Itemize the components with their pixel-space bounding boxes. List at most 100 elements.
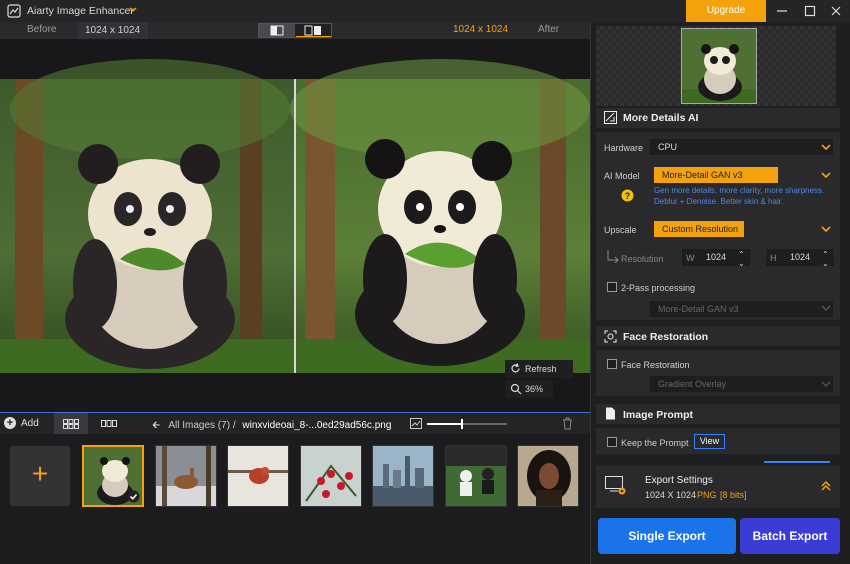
thumbnail-panda[interactable] (82, 445, 144, 507)
upscale-select[interactable]: Custom Resolution (654, 221, 744, 237)
keep-prompt-checkbox[interactable] (607, 437, 617, 447)
grid-icon (63, 419, 79, 429)
close-icon (831, 6, 841, 16)
chevron-down-icon[interactable] (821, 172, 831, 180)
thumbnail-city[interactable] (372, 445, 434, 507)
ai-model-select[interactable]: More-Detail GAN v3 (654, 167, 778, 183)
single-view-button[interactable] (259, 24, 295, 37)
breadcrumb-file: winxvideoai_8-...0ed29ad56c.png (242, 420, 392, 431)
maximize-icon (804, 5, 816, 17)
chevron-up-double-icon[interactable] (820, 480, 832, 492)
thumbnail-image (373, 446, 433, 506)
thumbnail-deer[interactable] (154, 445, 217, 507)
more-details-icon (604, 111, 617, 124)
width-field[interactable]: W 1024 ⌃ ⌄ (682, 249, 750, 268)
preview-thumbnail (681, 28, 757, 104)
back-arrow-icon[interactable]: 🡰 (152, 420, 160, 431)
slider-thumb[interactable] (460, 419, 463, 429)
minimize-button[interactable] (768, 0, 796, 22)
slider-fill (427, 423, 461, 425)
height-field[interactable]: H 1024 ⌃ ⌄ (766, 249, 834, 268)
thumbnail-image (155, 446, 216, 506)
resolution-arrow-icon (607, 250, 619, 263)
thumbnail-woman[interactable] (517, 445, 579, 507)
after-dimensions: 1024 x 1024 (453, 24, 509, 35)
split-view-button[interactable] (296, 24, 331, 37)
upscale-label: Upscale (604, 225, 637, 235)
zoom-icon (510, 383, 522, 395)
breadcrumb: 🡰 All Images (7) / winxvideoai_8-...0ed2… (152, 418, 391, 435)
image-prompt-title: Image Prompt (623, 409, 694, 421)
width-label: W (686, 253, 695, 263)
batch-export-button[interactable]: Batch Export (740, 518, 840, 554)
title-bar: Aiarty Image Enhancer Upgrade available (0, 0, 850, 38)
hardware-select[interactable]: CPU (650, 139, 833, 155)
minimize-icon (777, 10, 787, 12)
zoom-level: 36% (525, 384, 544, 394)
upgrade-button[interactable]: Upgrade available (686, 0, 766, 38)
compare-divider-handle[interactable] (294, 79, 296, 373)
ai-model-label: AI Model (604, 171, 640, 181)
grid-view-button[interactable] (54, 413, 88, 434)
breadcrumb-folder[interactable]: All Images (7) (168, 420, 230, 431)
face-restoration-checkbox[interactable] (607, 359, 617, 369)
keep-prompt-label: Keep the Prompt (621, 438, 689, 448)
refresh-icon (511, 363, 520, 373)
add-image-tile[interactable]: + (10, 446, 70, 506)
close-button[interactable] (822, 0, 850, 22)
thumbnail-bird[interactable] (227, 445, 289, 507)
help-icon[interactable]: ? (621, 189, 634, 202)
thumbnail-image (445, 446, 506, 506)
after-label: After (538, 24, 560, 35)
maximize-button[interactable] (796, 0, 824, 22)
two-pass-label: 2-Pass processing (621, 283, 696, 293)
gallery-toolbar: + Add 🡰 All Images (7) / winxvideoai_8-..… (0, 412, 590, 434)
plus-icon: + (31, 458, 49, 489)
plus-icon: + (4, 417, 16, 429)
chevron-down-icon (821, 381, 831, 387)
thumbnail-size-slider[interactable] (427, 419, 507, 429)
more-details-title: More Details AI (623, 112, 699, 124)
export-settings[interactable]: Export Settings 1024 X 1024 PNG [8 bits] (596, 466, 840, 508)
export-settings-title: Export Settings (645, 475, 713, 486)
app-title: Aiarty Image Enhancer (27, 5, 134, 17)
add-label: Add (21, 418, 39, 429)
width-stepper-icon[interactable]: ⌃ ⌄ (738, 250, 745, 268)
face-restoration-label: Face Restoration (621, 360, 690, 370)
ai-model-description-2: Deblur + Denoise. Better skin & hair. (654, 197, 784, 206)
thumbnail-berries[interactable] (299, 445, 362, 507)
thumbnail-football[interactable] (444, 445, 507, 507)
strip-view-button[interactable] (92, 413, 126, 434)
add-images-button[interactable]: + Add (4, 417, 39, 429)
thumbnail-image (518, 446, 578, 506)
refresh-label: Refresh (525, 364, 557, 374)
face-model-select: Gradient Overlay (650, 376, 833, 392)
view-prompt-button[interactable]: View (694, 434, 725, 449)
before-dimensions: 1024 x 1024 (78, 22, 148, 39)
two-pass-model-select: More-Detail GAN v3 (650, 301, 833, 317)
hardware-value: CPU (658, 142, 678, 152)
height-stepper-icon[interactable]: ⌃ ⌄ (822, 250, 829, 268)
export-settings-icon (605, 476, 626, 495)
width-value: 1024 (706, 252, 727, 262)
single-view-icon (270, 25, 284, 36)
chevron-down-icon[interactable] (821, 226, 831, 234)
zoom-control[interactable]: 36% (505, 380, 553, 398)
two-pass-checkbox[interactable] (607, 282, 617, 292)
split-view-icon (304, 25, 321, 36)
image-size-icon (410, 418, 422, 429)
view-mode-toggle[interactable] (258, 23, 332, 38)
height-value: 1024 (790, 252, 811, 262)
trash-icon[interactable] (562, 417, 573, 430)
upscale-value: Custom Resolution (662, 224, 739, 234)
two-pass-model-value: More-Detail GAN v3 (658, 304, 739, 314)
panel-scroll-indicator (764, 461, 830, 463)
breadcrumb-separator: / (232, 420, 236, 431)
chevron-down-icon (821, 305, 831, 311)
chevron-down-icon[interactable] (128, 5, 138, 15)
face-model-value: Gradient Overlay (658, 379, 727, 389)
refresh-button[interactable]: Refresh (505, 360, 573, 378)
height-label: H (770, 253, 777, 263)
preview-image (682, 29, 756, 103)
single-export-button[interactable]: Single Export (598, 518, 736, 554)
